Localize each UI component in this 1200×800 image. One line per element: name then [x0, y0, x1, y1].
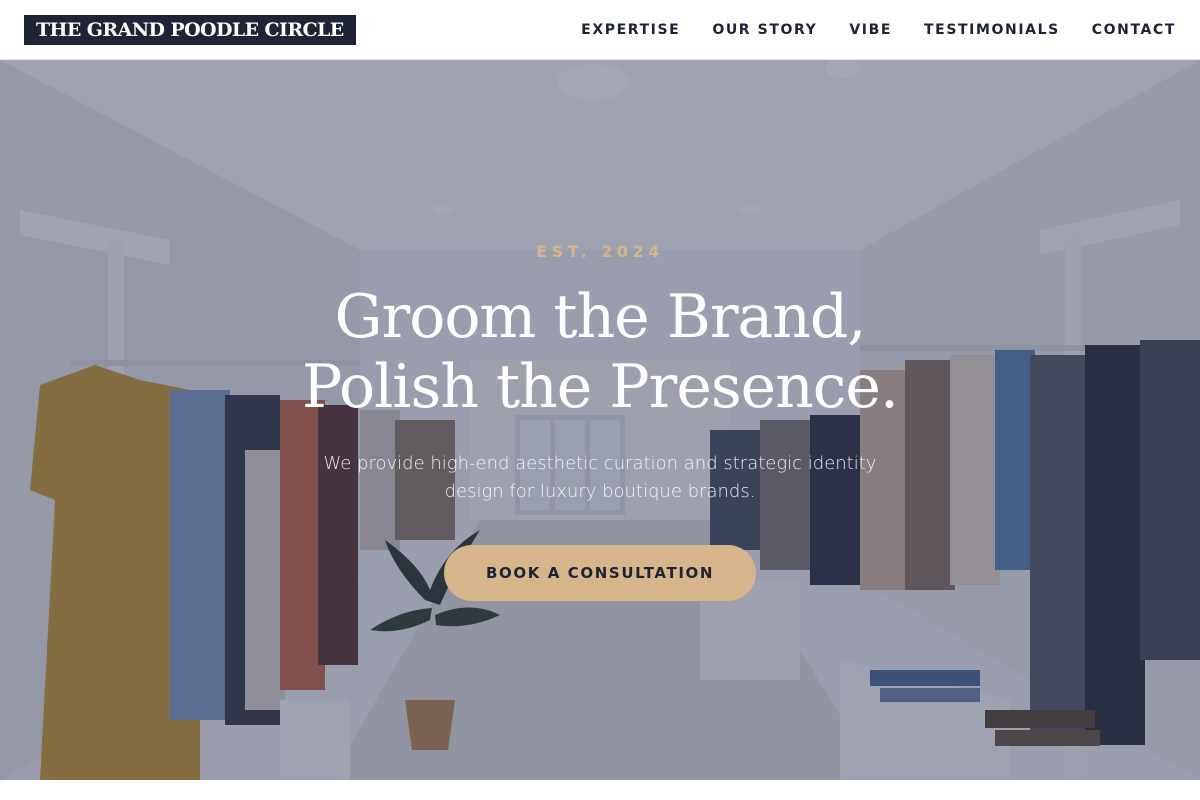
hero-section: EST. 2024 Groom the Brand, Polish the Pr…: [0, 60, 1200, 780]
brand-logo[interactable]: THE GRAND POODLE CIRCLE: [24, 14, 356, 45]
hero-headline: Groom the Brand, Polish the Presence.: [0, 282, 1200, 422]
nav-link-our-story[interactable]: OUR STORY: [712, 22, 817, 38]
site-header: THE GRAND POODLE CIRCLE EXPERTISE OUR ST…: [0, 0, 1200, 60]
hero-headline-line-1: Groom the Brand,: [334, 282, 867, 352]
main-nav: EXPERTISE OUR STORY VIBE TESTIMONIALS CO…: [581, 22, 1176, 38]
page-below-hero: [0, 780, 1200, 800]
hero-eyebrow: EST. 2024: [536, 242, 664, 261]
hero-headline-line-2: Polish the Presence.: [302, 352, 899, 422]
nav-link-expertise[interactable]: EXPERTISE: [581, 22, 680, 38]
nav-link-vibe[interactable]: VIBE: [849, 22, 892, 38]
hero-subtext: We provide high-end aesthetic curation a…: [323, 453, 877, 502]
book-consultation-button[interactable]: BOOK A CONSULTATION: [444, 545, 756, 601]
nav-link-testimonials[interactable]: TESTIMONIALS: [924, 22, 1060, 38]
hero-content: EST. 2024 Groom the Brand, Polish the Pr…: [0, 60, 1200, 780]
nav-link-contact[interactable]: CONTACT: [1092, 22, 1176, 38]
